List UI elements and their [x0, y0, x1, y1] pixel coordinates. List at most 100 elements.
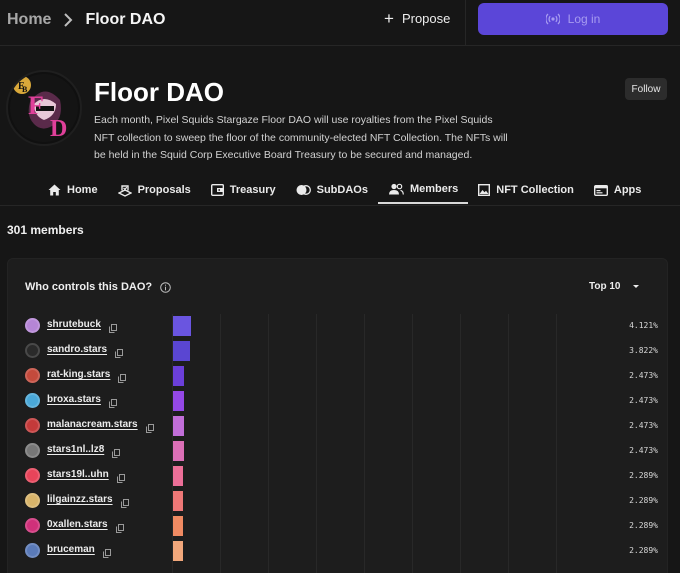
apps-icon	[593, 184, 608, 196]
dao-tabs: Home Proposals Treasury SubDAOs Members …	[38, 176, 651, 205]
breadcrumb-home-link[interactable]: Home	[7, 11, 51, 29]
member-name-link[interactable]: sandro.stars	[47, 344, 107, 355]
member-row: rat-king.stars 2.473%	[24, 366, 664, 386]
voting-power-bar	[173, 391, 184, 411]
avatar	[25, 368, 40, 383]
top-n-label: Top 10	[589, 281, 621, 292]
voting-power-percent: 2.473%	[629, 421, 658, 430]
voting-power-percent: 4.121%	[629, 321, 658, 330]
info-icon[interactable]	[160, 281, 171, 293]
copy-icon[interactable]	[121, 495, 129, 513]
copy-icon[interactable]	[146, 420, 154, 438]
dao-description: Each month, Pixel Squids Stargaze Floor …	[94, 114, 508, 161]
tab-treasury[interactable]: Treasury	[201, 176, 286, 204]
divider	[465, 0, 466, 46]
voting-power-bar	[173, 491, 183, 511]
member-name-link[interactable]: shrutebuck	[47, 319, 101, 330]
voting-power-bar	[173, 316, 191, 336]
voting-power-percent: 2.289%	[629, 496, 658, 505]
card-title: Who controls this DAO?	[25, 281, 171, 293]
copy-icon[interactable]	[109, 320, 117, 338]
breadcrumb: Home Floor DAO	[7, 9, 165, 31]
tab-treasury-label: Treasury	[229, 184, 276, 196]
home-icon	[48, 184, 61, 196]
member-name-link[interactable]: lilgainzz.stars	[47, 494, 113, 505]
member-row: broxa.stars 2.473%	[24, 391, 664, 411]
member-name-link[interactable]: rat-king.stars	[47, 369, 110, 380]
member-name-link[interactable]: broxa.stars	[47, 394, 101, 405]
tab-subdaos[interactable]: SubDAOs	[286, 176, 378, 204]
avatar	[25, 343, 40, 358]
top-n-dropdown[interactable]: Top 10	[589, 281, 640, 292]
propose-button[interactable]: + Propose	[384, 10, 450, 27]
voting-power-bar	[173, 516, 183, 536]
voting-power-percent: 3.822%	[629, 346, 658, 355]
svg-text:F: F	[28, 91, 44, 120]
chevron-right-icon	[57, 9, 79, 31]
voting-power-bar	[173, 341, 190, 361]
members-count: 301 members	[7, 223, 84, 237]
voting-power-bar	[173, 541, 183, 561]
member-name-link[interactable]: bruceman	[47, 544, 95, 555]
avatar	[25, 318, 40, 333]
voting-power-percent: 2.289%	[629, 521, 658, 530]
member-name-link[interactable]: stars1nl..lz8	[47, 444, 104, 455]
voting-power-card: Who controls this DAO? Top 10 shrutebuck…	[7, 258, 668, 573]
avatar	[25, 518, 40, 533]
avatar	[25, 468, 40, 483]
voting-power-bar	[173, 466, 183, 486]
member-name-link[interactable]: malanacream.stars	[47, 419, 138, 430]
proposals-icon	[117, 184, 132, 197]
member-row: stars1nl..lz8 2.473%	[24, 441, 664, 461]
tab-members[interactable]: Members	[377, 176, 469, 204]
dao-title: Floor DAO	[94, 77, 224, 107]
copy-icon[interactable]	[109, 395, 117, 413]
voting-power-percent: 2.473%	[629, 446, 658, 455]
voting-power-percent: 2.289%	[629, 471, 658, 480]
copy-icon[interactable]	[118, 370, 126, 388]
member-row: lilgainzz.stars 2.289%	[24, 491, 664, 511]
member-name-link[interactable]: 0xallen.stars	[47, 519, 108, 530]
tab-nft-collection-label: NFT Collection	[496, 184, 574, 196]
copy-icon[interactable]	[112, 445, 120, 463]
copy-icon[interactable]	[115, 345, 123, 363]
top-bar: Home Floor DAO + Propose Log in	[0, 0, 680, 46]
treasury-icon	[210, 184, 224, 196]
voting-power-bar	[173, 441, 184, 461]
tab-proposals-label: Proposals	[137, 184, 191, 196]
member-row: bruceman 2.289%	[24, 541, 664, 561]
tab-nft-collection[interactable]: NFT Collection	[468, 176, 584, 204]
follow-button[interactable]: Follow	[625, 78, 667, 100]
broadcast-icon	[545, 13, 560, 25]
tab-proposals[interactable]: Proposals	[108, 176, 201, 204]
breadcrumb-current: Floor DAO	[85, 11, 166, 28]
copy-icon[interactable]	[103, 545, 111, 563]
tab-home-label: Home	[67, 184, 98, 196]
voting-power-percent: 2.289%	[629, 546, 658, 555]
voting-power-percent: 2.473%	[629, 396, 658, 405]
member-name-link[interactable]: stars19l..uhn	[47, 469, 109, 480]
plus-icon: +	[384, 9, 394, 28]
tabs-divider	[0, 205, 680, 206]
members-icon	[388, 183, 404, 195]
voting-power-bar	[173, 366, 184, 386]
member-row: shrutebuck 4.121%	[24, 316, 664, 336]
voting-power-percent: 2.473%	[629, 371, 658, 380]
caret-down-icon	[633, 285, 640, 288]
copy-icon[interactable]	[117, 470, 125, 488]
tab-apps[interactable]: Apps	[584, 176, 652, 204]
login-button[interactable]: Log in	[478, 3, 668, 35]
tab-members-label: Members	[409, 183, 459, 195]
login-label: Log in	[567, 12, 601, 26]
avatar	[25, 543, 40, 558]
voting-power-bar	[173, 416, 184, 436]
svg-text:D: D	[50, 116, 67, 142]
avatar	[25, 393, 40, 408]
image-icon	[478, 184, 491, 196]
subdaos-icon	[296, 185, 311, 195]
tab-home[interactable]: Home	[38, 176, 108, 204]
copy-icon[interactable]	[116, 520, 124, 538]
member-row: malanacream.stars 2.473%	[24, 416, 664, 436]
card-title-text: Who controls this DAO?	[25, 281, 153, 293]
member-row: 0xallen.stars 2.289%	[24, 516, 664, 536]
